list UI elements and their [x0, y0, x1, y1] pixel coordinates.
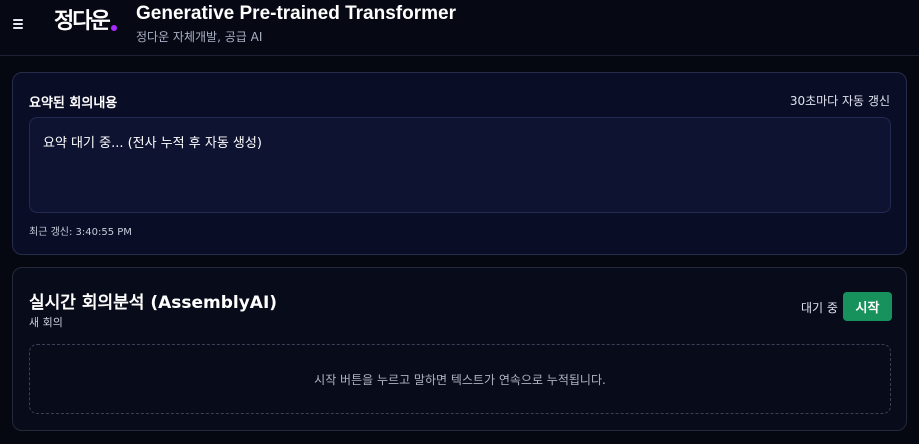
summary-last-updated: 최근 갱신: 3:40:55 PM	[29, 227, 132, 238]
start-button[interactable]: 시작	[843, 292, 892, 321]
live-analysis-card: 실시간 회의분석 (AssemblyAI) 새 회의 대기 중 시작 시작 버튼…	[12, 267, 907, 431]
logo: 정다운	[54, 8, 117, 36]
summary-content: 요약 대기 중... (전사 누적 후 자동 생성)	[43, 136, 262, 151]
menu-icon[interactable]	[13, 17, 25, 29]
transcript-hint: 시작 버튼을 누르고 말하면 텍스트가 연속으로 누적됩니다.	[314, 372, 606, 387]
summary-content-box[interactable]: 요약 대기 중... (전사 누적 후 자동 생성)	[29, 117, 891, 213]
meeting-name: 새 회의	[29, 316, 63, 329]
summary-title: 요약된 회의내용	[29, 96, 118, 111]
logo-dot-icon	[110, 25, 117, 31]
app-title: Generative Pre-trained Transformer	[136, 3, 456, 24]
summary-refresh-note: 30초마다 자동 갱신	[789, 94, 890, 108]
live-analysis-title: 실시간 회의분석 (AssemblyAI)	[29, 293, 278, 313]
app-header: 정다운 Generative Pre-trained Transformer 정…	[0, 0, 919, 56]
transcript-area[interactable]: 시작 버튼을 누르고 말하면 텍스트가 연속으로 누적됩니다.	[29, 344, 891, 414]
status-label: 대기 중	[801, 301, 838, 315]
summary-card: 요약된 회의내용 30초마다 자동 갱신 요약 대기 중... (전사 누적 후…	[12, 72, 907, 255]
logo-text: 정다운	[54, 9, 111, 34]
app-subtitle: 정다운 자체개발, 공급 AI	[136, 30, 263, 44]
